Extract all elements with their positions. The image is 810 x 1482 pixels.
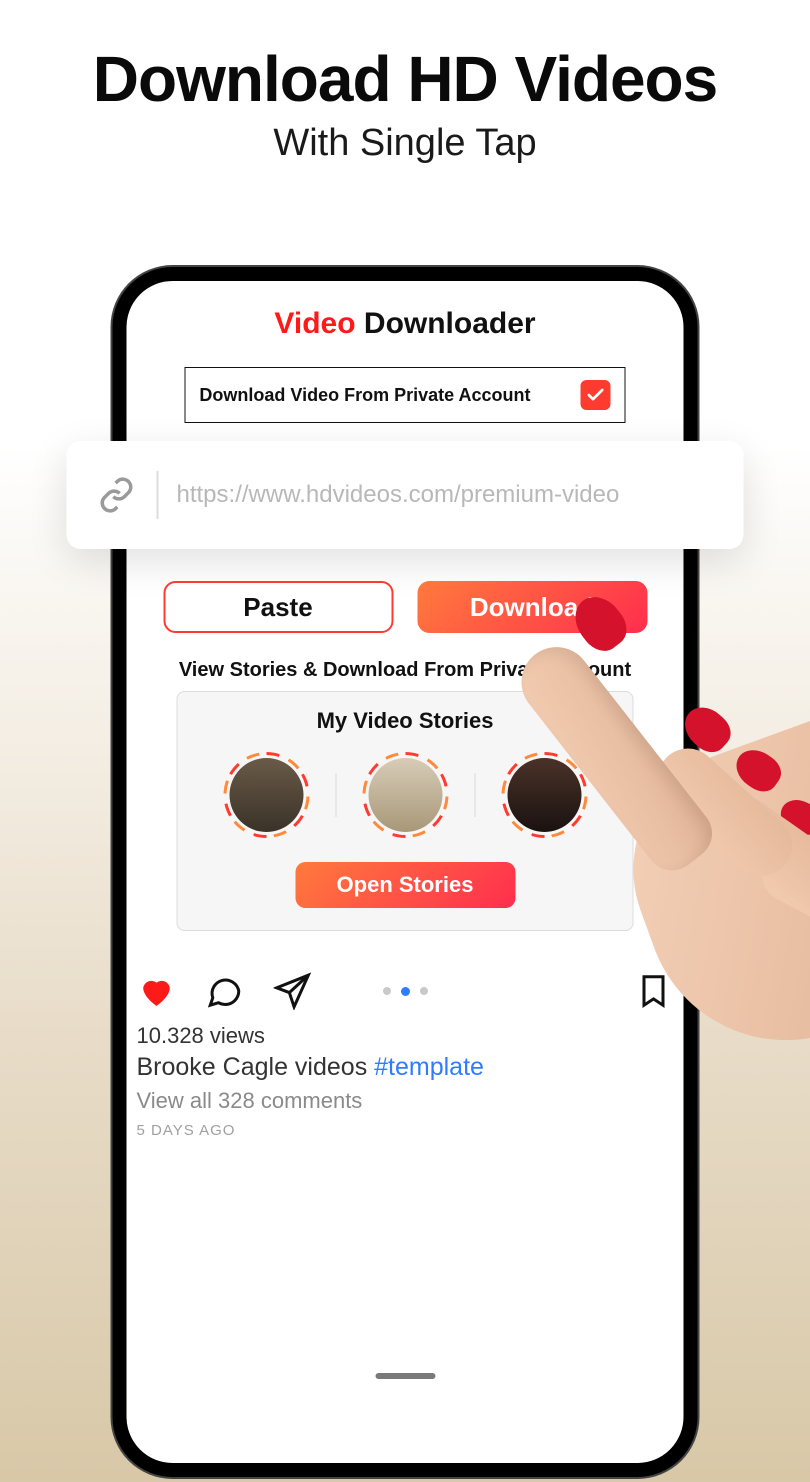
stories-card-title: My Video Stories bbox=[192, 708, 619, 734]
post-action-bar bbox=[127, 971, 684, 1011]
carousel-dots[interactable] bbox=[383, 987, 428, 996]
carousel-dot[interactable] bbox=[420, 987, 428, 995]
link-icon bbox=[95, 473, 139, 517]
carousel-dot-active[interactable] bbox=[401, 987, 410, 996]
bookmark-icon[interactable] bbox=[634, 971, 674, 1011]
phone-frame: Video Downloader Download Video From Pri… bbox=[113, 267, 698, 1477]
share-icon[interactable] bbox=[273, 971, 313, 1011]
url-input-card[interactable]: https://www.hdvideos.com/premium-video bbox=[67, 441, 744, 549]
caption-text: Brooke Cagle videos bbox=[137, 1053, 375, 1081]
app-title: Video Downloader bbox=[149, 307, 662, 341]
post-caption: Brooke Cagle videos #template bbox=[137, 1053, 674, 1082]
home-indicator[interactable] bbox=[375, 1373, 435, 1379]
story-avatar[interactable] bbox=[223, 752, 309, 838]
private-account-label: Download Video From Private Account bbox=[199, 385, 530, 406]
comment-icon[interactable] bbox=[205, 971, 245, 1011]
hero-subtitle: With Single Tap bbox=[0, 122, 810, 165]
phone-screen: Video Downloader Download Video From Pri… bbox=[127, 281, 684, 1463]
caption-hashtag[interactable]: #template bbox=[374, 1053, 484, 1081]
private-account-toggle[interactable]: Download Video From Private Account bbox=[184, 367, 625, 423]
download-button[interactable]: Download bbox=[417, 581, 647, 633]
app-title-highlight: Video bbox=[274, 307, 355, 340]
action-button-row: Paste Download bbox=[149, 581, 662, 633]
divider bbox=[474, 773, 475, 817]
story-avatar-row bbox=[192, 752, 619, 838]
paste-button[interactable]: Paste bbox=[163, 581, 393, 633]
view-comments-link[interactable]: View all 328 comments bbox=[137, 1088, 674, 1114]
story-avatar[interactable] bbox=[362, 752, 448, 838]
open-stories-button[interactable]: Open Stories bbox=[295, 862, 515, 908]
app-title-rest: Downloader bbox=[356, 307, 536, 340]
story-avatar[interactable] bbox=[501, 752, 587, 838]
url-input[interactable]: https://www.hdvideos.com/premium-video bbox=[177, 481, 620, 509]
checkmark-icon[interactable] bbox=[581, 380, 611, 410]
post-meta: 10.328 views Brooke Cagle videos #templa… bbox=[137, 1023, 674, 1139]
post-timestamp: 5 DAYS AGO bbox=[137, 1122, 674, 1139]
stories-card: My Video Stories Open Stories bbox=[177, 691, 634, 931]
divider bbox=[157, 471, 159, 519]
hero-title: Download HD Videos bbox=[0, 42, 810, 116]
heart-icon[interactable] bbox=[137, 971, 177, 1011]
stories-section-label: View Stories & Download From Private Acc… bbox=[127, 659, 684, 682]
views-count: 10.328 views bbox=[137, 1023, 674, 1049]
divider bbox=[335, 773, 336, 817]
carousel-dot[interactable] bbox=[383, 987, 391, 995]
